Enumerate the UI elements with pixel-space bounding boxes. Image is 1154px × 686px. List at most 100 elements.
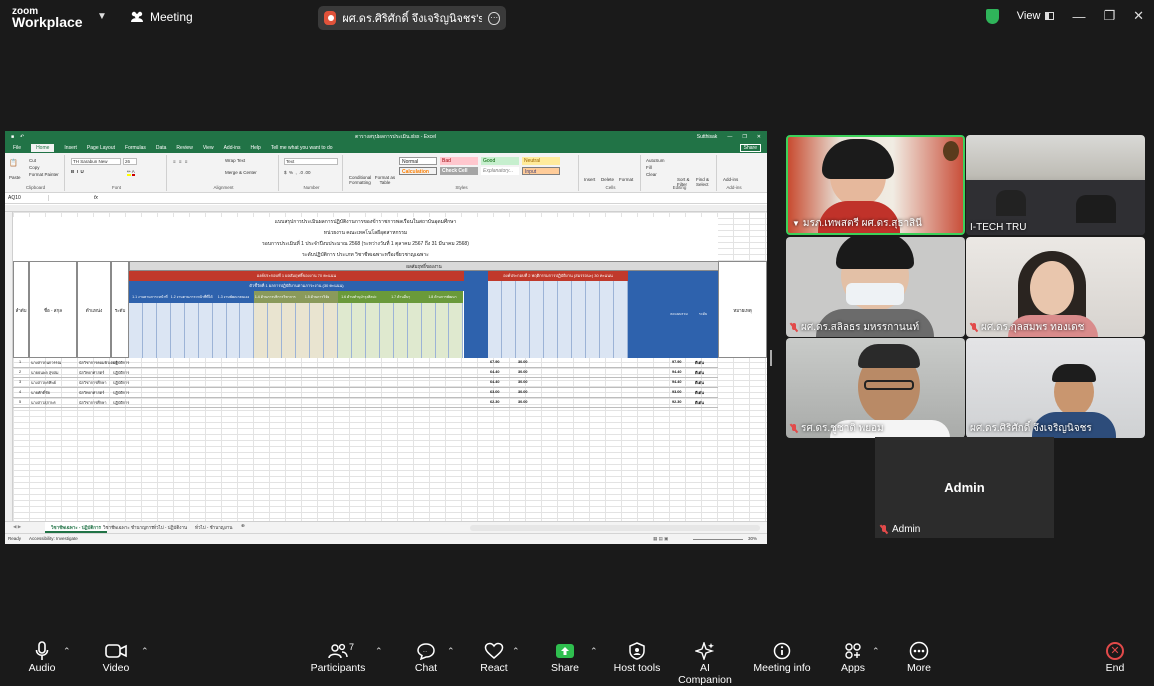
participants-options-caret[interactable]: ⌃: [375, 646, 383, 657]
participant-name: ▼ มรภ.เทพสตรี ผศ.ดร.สุธาสินี: [792, 218, 922, 229]
bold-icon: B I U: [71, 169, 84, 174]
share-button[interactable]: Share: [546, 640, 584, 674]
face-mask: [846, 283, 904, 305]
excel-tab-page-layout: Page Layout: [86, 144, 116, 151]
meeting-info-label: Meeting info: [753, 662, 811, 674]
video-tile-admin[interactable]: Admin Admin: [875, 437, 1054, 538]
video-tile-speaker[interactable]: ▼ มรภ.เทพสตรี ผศ.ดร.สุธาสินี: [786, 135, 965, 235]
row-score-shading: [129, 398, 718, 407]
font-size-box: 26: [123, 158, 137, 165]
participant-name: รศ.ดร.ชูชาติ พยอม: [790, 421, 884, 436]
apps-button[interactable]: Apps: [836, 640, 870, 674]
sub-header-6: 1.6 ด้านทำนุบำรุงศิลปะ: [338, 291, 380, 303]
participant-name: ผศ.ดร.กุลสมพร ทองเดช: [970, 320, 1084, 335]
group-clipboard: 📋 Paste Cut Copy Format Painter Clipboar…: [7, 155, 65, 191]
minimize-button[interactable]: —: [1072, 9, 1085, 24]
score-subcolumn: [212, 303, 227, 358]
group-label-cells: Cells: [605, 185, 616, 190]
shield-icon: [629, 642, 645, 660]
competency-subcolumn: [502, 281, 516, 358]
video-tile-participant[interactable]: ผศ.ดร.สลิลธร มหรรกานนท์: [786, 237, 965, 337]
shared-screen-excel[interactable]: ■ ↶ ตารางสรุปผลการประเมิน.xlsx - Excel S…: [5, 131, 767, 544]
table-row: 4 นายศักดิ์ชัย นักวิทยาศาสตร์ ปฏิบัติการ 63.…: [13, 388, 718, 398]
performance-band: ผลสัมฤทธิ์ของงาน: [129, 261, 719, 271]
competency-subcolumn: [516, 281, 530, 358]
status-ready: Ready: [8, 536, 22, 541]
paste-label: Paste: [9, 175, 21, 180]
panel-splitter-handle[interactable]: [770, 350, 772, 366]
excel-status-bar: Ready Accessibility: Investigate ▦ ▤ ▣ 3…: [5, 533, 767, 544]
cell-level: ปฏิบัติการ: [113, 391, 130, 395]
excel-tell-me: Tell me what you want to do: [270, 144, 333, 151]
style-explanatory: Explanatory...: [481, 167, 519, 175]
host-tools-button[interactable]: Host tools: [612, 640, 662, 674]
score-subcolumn: [310, 303, 325, 358]
style-good: Good: [481, 157, 519, 165]
cell-name: นางสาวพรทิพย์: [31, 381, 56, 385]
admin-display-name: Admin: [944, 480, 985, 495]
row-score-shading: [129, 358, 718, 367]
view-button[interactable]: View: [1017, 10, 1055, 22]
excel-restore-icon: ❐: [742, 133, 747, 140]
ai-companion-button[interactable]: AI Companion: [672, 640, 738, 686]
col-name: ชื่อ - สกุล: [29, 261, 77, 358]
participants-count: 7: [349, 642, 355, 652]
layout-icon: [1045, 12, 1055, 20]
sheet-heading-3: รอบการประเมินที่ 1 ประจำปีงบประมาณ 2568 …: [262, 241, 469, 247]
react-button[interactable]: React: [476, 640, 512, 674]
cell-name: นายศักดิ์ชัย: [31, 391, 50, 395]
cell-seq: 5: [19, 400, 22, 404]
cell-p1: 62.30: [490, 400, 500, 404]
audio-options-caret[interactable]: ⌃: [63, 646, 71, 657]
row-headers: [5, 212, 13, 521]
cell-p1: 64.40: [490, 380, 500, 384]
video-tile-participant[interactable]: รศ.ดร.ชูชาติ พยอม: [786, 338, 965, 438]
meeting-menu[interactable]: Meeting: [130, 10, 193, 24]
cell-pos: นักวิทยาศาสตร์: [79, 371, 105, 375]
video-tile-participant[interactable]: ผศ.ดร.กุลสมพร ทองเดช: [966, 237, 1145, 337]
sub-header-1: 1.1 งานตามภาระหน้าที่: [129, 291, 171, 303]
sheet-heading-2: หน่วยงาน คณะเทคโนโลยีอุตสาหกรรม: [323, 230, 408, 236]
audio-button[interactable]: Audio: [22, 640, 62, 674]
share-options-caret[interactable]: ⌃: [590, 646, 598, 657]
meeting-info-button[interactable]: Meeting info: [752, 640, 812, 674]
more-button[interactable]: More: [902, 640, 936, 674]
score-subcolumn: [379, 303, 394, 358]
group-label-clipboard: Clipboard: [25, 185, 46, 190]
screen-share-indicator[interactable]: ผศ.ดร.ศิริศักดิ์ จึงเจริญนิจชร's screen …: [318, 6, 506, 30]
restore-button[interactable]: ❐: [1103, 8, 1115, 24]
apps-options-caret[interactable]: ⌃: [872, 646, 880, 657]
audio-label: Audio: [28, 662, 56, 674]
video-button[interactable]: Video: [96, 640, 136, 674]
video-tile-participant[interactable]: ผศ.ดร.ศิริศักดิ์ จึงเจริญนิจชร: [966, 338, 1145, 438]
end-meeting-button[interactable]: ✕ End: [1100, 640, 1130, 674]
excel-tab-data: Data: [155, 144, 167, 151]
wrap-text-label: Wrap Text: [225, 158, 246, 163]
excel-tab-view: View: [202, 144, 214, 151]
fill-label: Fill: [646, 165, 652, 170]
cell-pos: นักวิชาการคอมพิวเตอร์: [79, 361, 118, 365]
cell-pos: นักวิชาการศึกษา: [79, 381, 107, 385]
more-options-icon[interactable]: ···: [488, 11, 500, 25]
competency-subcolumn: [586, 281, 600, 358]
chevron-down-icon[interactable]: ▼: [97, 11, 107, 22]
pin-icon: ▼: [792, 219, 800, 228]
style-bad: Bad: [440, 157, 478, 165]
group-alignment: ≡ ≡ ≡ Wrap Text Merge & Center Alignment: [169, 155, 279, 191]
sub-header-4: 1.4 ด้านการบริการวิชาการ: [254, 291, 297, 303]
video-options-caret[interactable]: ⌃: [141, 646, 149, 657]
grade-col: ระดับ: [688, 271, 718, 358]
chat-options-caret[interactable]: ⌃: [447, 646, 455, 657]
encryption-shield-icon[interactable]: [985, 8, 999, 24]
participant-hair: [858, 344, 920, 368]
react-options-caret[interactable]: ⌃: [512, 646, 520, 657]
name-box: AQ10: [5, 195, 49, 201]
close-button[interactable]: ✕: [1133, 8, 1144, 24]
participants-button[interactable]: Participants: [308, 640, 368, 674]
cell-pos: นักวิทยาศาสตร์: [79, 391, 105, 395]
chat-button[interactable]: ··· Chat: [408, 640, 444, 674]
sheet-nav-icon: ◀ ▶: [13, 524, 22, 529]
heart-icon: [484, 642, 504, 659]
video-tile-room[interactable]: I-TECH TRU: [966, 135, 1145, 235]
format-as-table-label: Format as Table: [374, 175, 396, 185]
